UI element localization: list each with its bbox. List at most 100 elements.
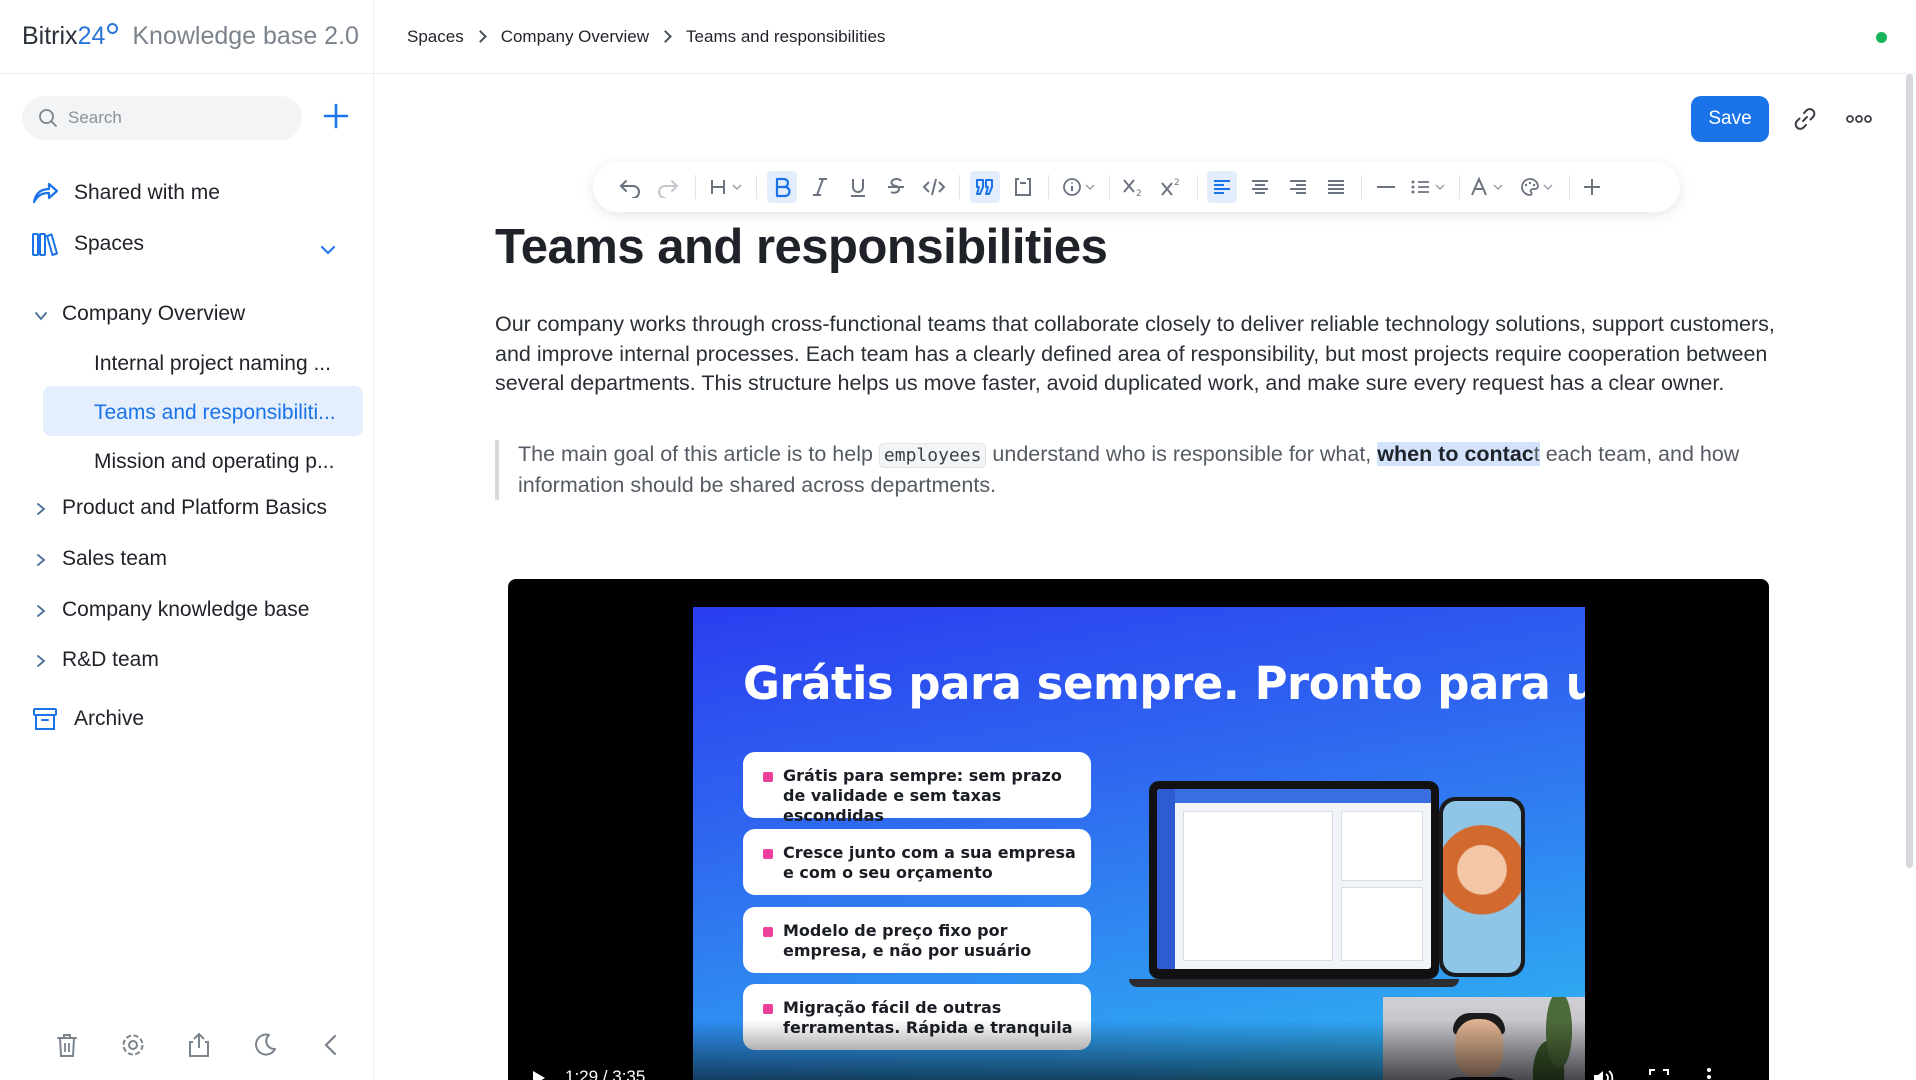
editor-area: Save 2 2 Teams and responsibilities Our … bbox=[374, 74, 1916, 1080]
italic-icon[interactable] bbox=[805, 171, 835, 203]
toolbar-divider bbox=[1109, 175, 1110, 199]
info-dropdown-icon[interactable] bbox=[1059, 171, 1103, 203]
video-player[interactable]: Grátis para sempre. Pronto para usar. Gr… bbox=[508, 579, 1769, 1080]
body-paragraph[interactable]: Our company works through cross-function… bbox=[495, 310, 1800, 399]
books-icon bbox=[32, 233, 58, 256]
list-dropdown-icon[interactable] bbox=[1407, 171, 1453, 203]
video-more-icon[interactable] bbox=[1704, 1066, 1714, 1080]
clock-icon bbox=[107, 23, 119, 34]
sidebar-header: Bitrix 24 Knowledge base 2.0 bbox=[0, 0, 374, 74]
horizontal-rule-icon[interactable] bbox=[1371, 171, 1401, 203]
strikethrough-icon[interactable] bbox=[881, 171, 911, 203]
breadcrumb: Spaces Company Overview Teams and respon… bbox=[374, 0, 1916, 74]
selected-text: when to contac bbox=[1377, 442, 1534, 466]
chevron-right-icon[interactable] bbox=[34, 502, 48, 516]
settings-icon[interactable] bbox=[118, 1030, 148, 1060]
svg-text:2: 2 bbox=[1174, 178, 1180, 188]
align-center-icon[interactable] bbox=[1245, 171, 1275, 203]
chevron-right-icon[interactable] bbox=[34, 553, 48, 567]
code-icon[interactable] bbox=[919, 171, 949, 203]
toolbar-divider bbox=[1197, 175, 1198, 199]
link-icon[interactable] bbox=[1792, 106, 1818, 132]
align-left-icon[interactable] bbox=[1207, 171, 1237, 203]
search-box[interactable] bbox=[22, 96, 302, 140]
more-options-icon[interactable] bbox=[1844, 106, 1874, 132]
toolbar-divider bbox=[1459, 175, 1460, 199]
superscript-icon[interactable]: 2 bbox=[1157, 171, 1187, 203]
laptop-base bbox=[1129, 979, 1459, 987]
share-icon[interactable] bbox=[184, 1030, 214, 1060]
chevron-right-icon[interactable] bbox=[34, 604, 48, 618]
sidebar: Shared with me Spaces Company Overview I… bbox=[0, 74, 374, 1080]
code-block-icon[interactable] bbox=[1008, 171, 1038, 203]
brand-main: Bitrix bbox=[22, 22, 78, 50]
save-button[interactable]: Save bbox=[1691, 96, 1769, 142]
justify-icon[interactable] bbox=[1321, 171, 1351, 203]
slide-bullet: Modelo de preço fixo por empresa, e não … bbox=[743, 907, 1091, 973]
undo-icon[interactable] bbox=[615, 171, 645, 203]
tree-item-product-platform[interactable]: Product and Platform Basics bbox=[62, 496, 362, 520]
chevron-down-icon[interactable] bbox=[34, 309, 48, 323]
tree-item-company-overview[interactable]: Company Overview bbox=[62, 302, 362, 326]
collapse-sidebar-icon[interactable] bbox=[316, 1030, 346, 1060]
video-time: 1:29 / 3:35 bbox=[565, 1067, 646, 1080]
chevron-right-icon[interactable] bbox=[34, 654, 48, 668]
heading-dropdown-icon[interactable] bbox=[706, 171, 750, 203]
tree-item-company-knowledge-base[interactable]: Company knowledge base bbox=[62, 598, 362, 622]
tree-item-rd-team[interactable]: R&D team bbox=[62, 648, 362, 672]
slide-title: Grátis para sempre. Pronto para usar. bbox=[743, 657, 1585, 710]
controls-gradient bbox=[508, 1020, 1769, 1080]
tree-item-teams-and-responsibilities[interactable]: Teams and responsibiliti... bbox=[94, 401, 356, 425]
toolbar-divider bbox=[695, 175, 696, 199]
nav-label: Archive bbox=[74, 707, 145, 730]
slide-bullet: Cresce junto com a sua empresa e com o s… bbox=[743, 829, 1091, 895]
insert-plus-icon[interactable] bbox=[1577, 171, 1607, 203]
bold-icon[interactable] bbox=[767, 171, 797, 203]
online-status-dot bbox=[1876, 32, 1887, 43]
svg-text:2: 2 bbox=[1136, 189, 1142, 198]
archive-box-icon bbox=[33, 708, 57, 730]
nav-label: Shared with me bbox=[74, 181, 220, 204]
redo-icon[interactable] bbox=[653, 171, 683, 203]
product-title: Knowledge base 2.0 bbox=[132, 22, 359, 50]
inline-code: employees bbox=[878, 443, 987, 468]
add-page-button[interactable] bbox=[322, 102, 350, 130]
sidebar-bottom-toolbar bbox=[52, 1030, 346, 1060]
formatting-toolbar: 2 2 bbox=[593, 162, 1680, 212]
chevron-right-icon bbox=[659, 30, 672, 43]
nav-shared-with-me[interactable]: Shared with me bbox=[30, 178, 220, 208]
brand-number: 24 bbox=[77, 22, 106, 50]
toolbar-divider bbox=[1361, 175, 1362, 199]
share-arrow-icon bbox=[32, 182, 59, 204]
align-right-icon[interactable] bbox=[1283, 171, 1313, 203]
breadcrumb-item-company-overview[interactable]: Company Overview bbox=[501, 27, 649, 47]
trash-icon[interactable] bbox=[52, 1030, 82, 1060]
quote-icon[interactable] bbox=[970, 171, 1000, 203]
tree-item-mission-and-operating[interactable]: Mission and operating p... bbox=[94, 450, 354, 474]
phone-illustration bbox=[1439, 797, 1525, 977]
tree-item-sales-team[interactable]: Sales team bbox=[62, 547, 362, 571]
nav-archive[interactable]: Archive bbox=[30, 704, 144, 734]
slide-bullet: Grátis para sempre: sem prazo de validad… bbox=[743, 752, 1091, 825]
fullscreen-icon[interactable] bbox=[1648, 1068, 1670, 1080]
volume-icon[interactable] bbox=[1592, 1068, 1616, 1080]
toolbar-divider bbox=[1569, 175, 1570, 199]
nav-spaces[interactable]: Spaces bbox=[30, 229, 144, 259]
moon-icon[interactable] bbox=[250, 1030, 280, 1060]
play-icon[interactable] bbox=[528, 1068, 548, 1080]
text-color-icon[interactable] bbox=[1467, 171, 1511, 203]
chevron-down-icon[interactable] bbox=[320, 244, 336, 256]
toolbar-divider bbox=[756, 175, 757, 199]
laptop-illustration bbox=[1149, 781, 1439, 979]
scrollbar[interactable] bbox=[1906, 74, 1913, 868]
tree-item-internal-project-naming[interactable]: Internal project naming ... bbox=[94, 352, 354, 376]
page-title[interactable]: Teams and responsibilities bbox=[495, 219, 1108, 275]
blockquote[interactable]: The main goal of this article is to help… bbox=[495, 440, 1800, 500]
underline-icon[interactable] bbox=[843, 171, 873, 203]
chevron-right-icon bbox=[473, 30, 487, 43]
search-input[interactable] bbox=[68, 108, 288, 128]
breadcrumb-item-spaces[interactable]: Spaces bbox=[407, 27, 464, 47]
palette-icon[interactable] bbox=[1517, 171, 1561, 203]
app-logo[interactable]: Bitrix 24 Knowledge base 2.0 bbox=[22, 22, 359, 51]
subscript-icon[interactable]: 2 bbox=[1119, 171, 1149, 203]
